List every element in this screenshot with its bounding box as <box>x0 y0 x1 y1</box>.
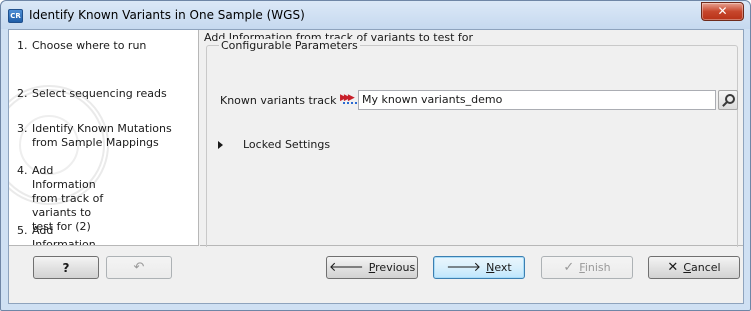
help-button[interactable]: ? <box>33 256 99 279</box>
previous-label: Previous <box>368 261 416 274</box>
reset-button[interactable]: ↶ <box>106 256 172 279</box>
next-button[interactable]: 🡒 Next <box>433 256 525 279</box>
browse-button[interactable] <box>718 90 738 110</box>
cancel-button[interactable]: ✕ Cancel <box>648 256 740 279</box>
dialog-body: 1. Choose where to run 2. Select sequenc… <box>8 29 744 304</box>
reset-icon: ↶ <box>133 260 145 275</box>
arrow-left-icon: 🡐 <box>328 260 364 275</box>
variant-track-icon: ▶▶▶ <box>340 93 358 105</box>
dialog-footer: ? ↶ 🡐 Previous 🡒 Next ✓ Finish ✕ Cancel <box>9 247 743 303</box>
known-variants-track-field[interactable]: My known variants_demo <box>358 90 716 110</box>
title-bar[interactable]: CR Identify Known Variants in One Sample… <box>1 1 750 29</box>
arrow-right-icon: 🡒 <box>446 260 482 275</box>
expand-arrow-icon <box>218 140 223 149</box>
step-label: Add Information from track of variants t… <box>32 224 96 246</box>
next-label: Next <box>486 261 512 274</box>
known-variants-track-label: Known variants track <box>220 94 337 107</box>
magnifier-handle <box>722 101 728 107</box>
close-button[interactable]: ✕ <box>701 2 744 21</box>
step-number: 5. <box>17 224 28 237</box>
window-title: Identify Known Variants in One Sample (W… <box>29 8 305 22</box>
step-number: 1. <box>17 39 28 52</box>
wizard-step-2: 2. Select sequencing reads <box>17 87 195 101</box>
checkmark-icon: ✓ <box>563 260 575 275</box>
locked-settings-label: Locked Settings <box>243 138 331 151</box>
step-number: 3. <box>17 122 28 135</box>
cancel-x-icon: ✕ <box>667 260 679 275</box>
configurable-parameters-group <box>206 45 738 259</box>
wizard-steps-sidebar: 1. Choose where to run 2. Select sequenc… <box>9 30 199 246</box>
step-label: Choose where to run <box>32 39 147 52</box>
help-icon: ? <box>62 260 70 275</box>
step-label: Select sequencing reads <box>32 87 167 100</box>
finish-button[interactable]: ✓ Finish <box>541 256 633 279</box>
finish-label: Finish <box>579 261 611 274</box>
previous-button[interactable]: 🡐 Previous <box>326 256 418 279</box>
app-icon: CR <box>8 9 23 23</box>
close-icon: ✕ <box>717 4 728 18</box>
step-number: 2. <box>17 87 28 100</box>
locked-settings-toggle[interactable]: Locked Settings <box>218 138 330 151</box>
step-content-panel: Add Information from track of variants t… <box>200 30 743 259</box>
wizard-step-1: 1. Choose where to run <box>17 39 195 53</box>
dialog-window: CR Identify Known Variants in One Sample… <box>0 0 751 311</box>
wizard-step-3: 3. Identify Known Mutations from Sample … <box>17 122 195 150</box>
group-title: Configurable Parameters <box>219 39 360 52</box>
cancel-label: Cancel <box>683 261 721 274</box>
step-label: Identify Known Mutations from Sample Map… <box>32 122 172 149</box>
wizard-step-5: 5. Add Information from track of variant… <box>17 224 195 246</box>
